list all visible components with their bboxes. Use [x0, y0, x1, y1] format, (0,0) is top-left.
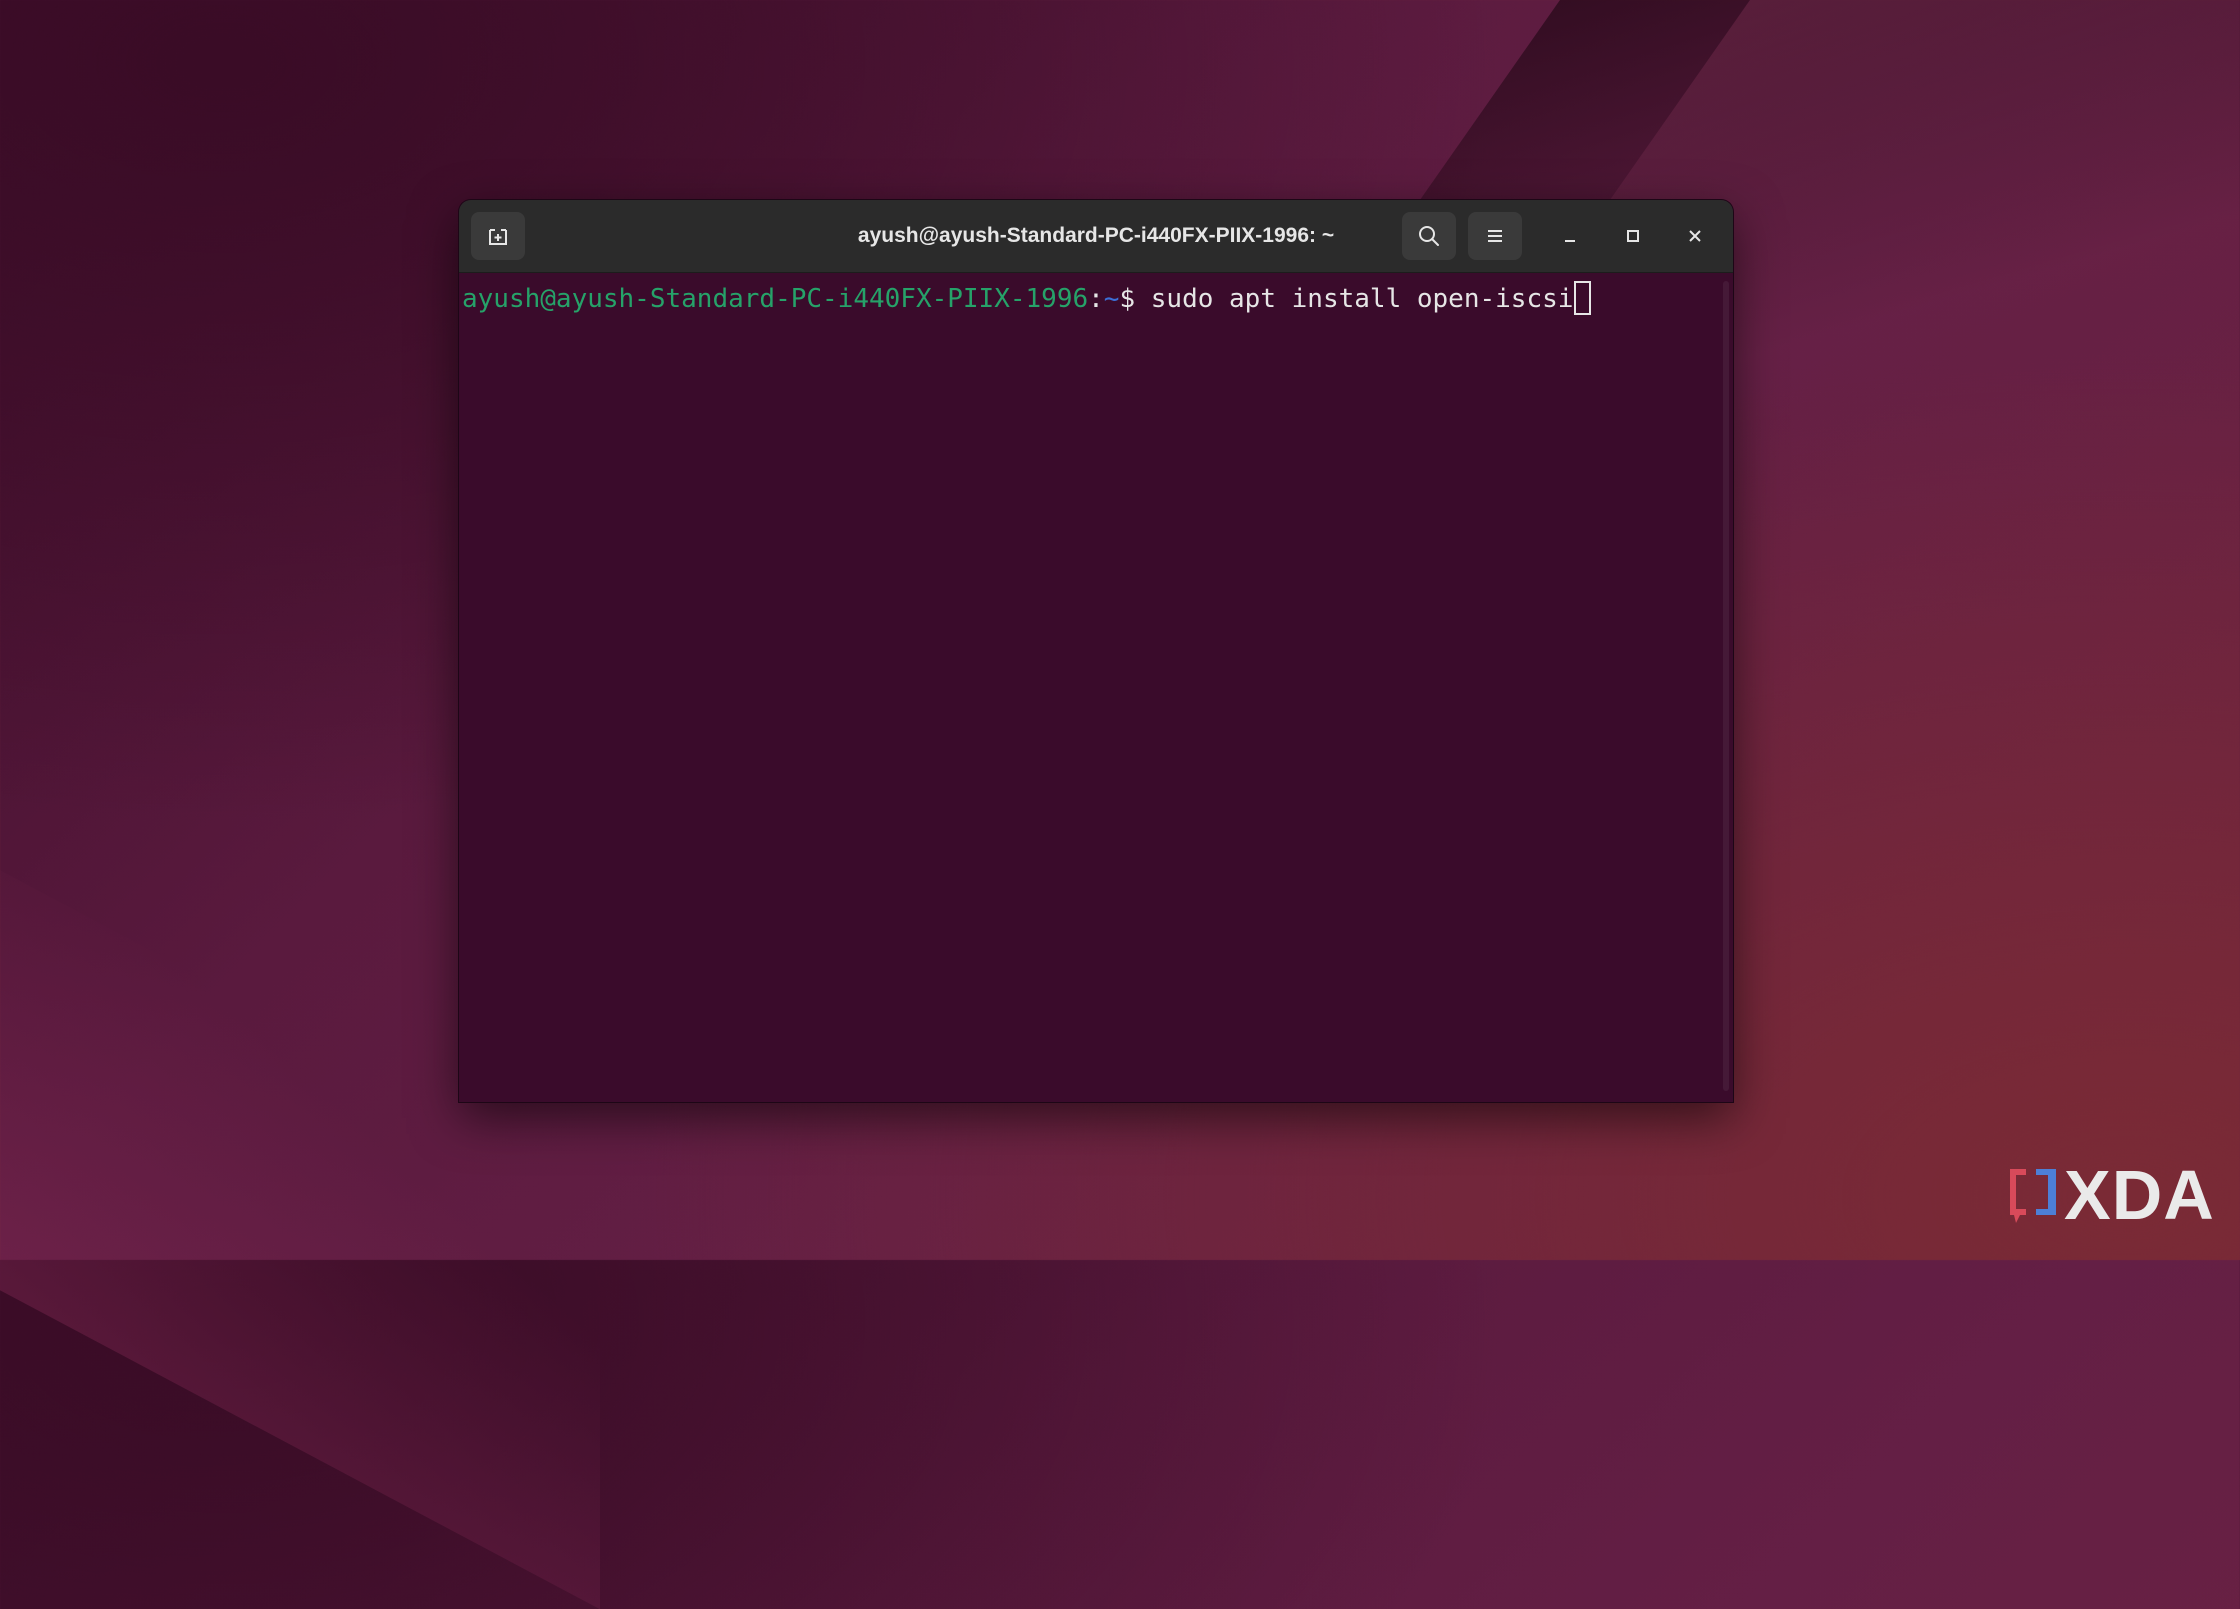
prompt-path: ~	[1103, 284, 1120, 314]
watermark-text: XDA	[2064, 1156, 2215, 1234]
terminal-window[interactable]: ayush@ayush-Standard-PC-i440FX-PIIX-1996…	[459, 200, 1733, 1102]
minimize-icon	[1565, 240, 1575, 242]
command-line: ayush@ayush-Standard-PC-i440FX-PIIX-1996…	[462, 281, 1592, 317]
text-cursor	[1574, 281, 1592, 315]
new-tab-icon	[489, 229, 507, 245]
hamburger-menu-icon	[1488, 230, 1502, 242]
search-icon	[1419, 226, 1439, 246]
prompt-user: ayush@ayush-Standard-PC-i440FX-PIIX-1996	[462, 284, 1089, 314]
maximize-icon	[1627, 230, 1639, 242]
menu-button[interactable]	[1468, 212, 1522, 260]
search-button[interactable]	[1402, 212, 1456, 260]
scrollbar[interactable]	[1723, 281, 1729, 1091]
terminal-content[interactable]: ayush@ayush-Standard-PC-i440FX-PIIX-1996…	[459, 273, 1733, 1102]
prompt-symbol: $	[1119, 284, 1151, 314]
maximize-button[interactable]	[1615, 218, 1651, 254]
prompt-separator: :	[1088, 284, 1104, 314]
xda-watermark: XDA	[2006, 1160, 2215, 1230]
title-bar[interactable]: ayush@ayush-Standard-PC-i440FX-PIIX-1996…	[459, 200, 1733, 273]
close-icon	[1689, 230, 1701, 242]
xda-logo-icon	[2010, 1169, 2056, 1223]
close-button[interactable]	[1677, 218, 1713, 254]
typed-command: sudo apt install open-iscsi	[1150, 284, 1574, 314]
minimize-button[interactable]	[1552, 218, 1588, 254]
new-tab-button[interactable]	[471, 212, 525, 260]
window-title: ayush@ayush-Standard-PC-i440FX-PIIX-1996…	[857, 224, 1335, 247]
